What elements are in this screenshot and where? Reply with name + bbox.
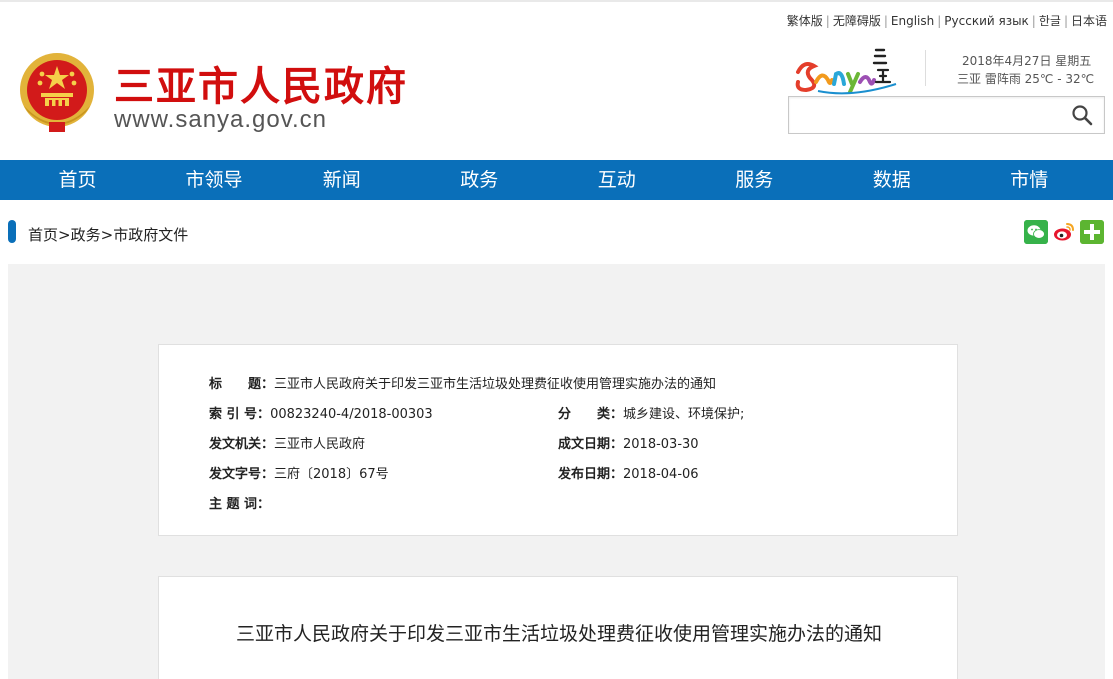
article-title: 三亚市人民政府关于印发三亚市生活垃圾处理费征收使用管理实施办法的通知 xyxy=(235,623,882,645)
plus-icon[interactable] xyxy=(1080,220,1104,244)
breadcrumb-separator: > xyxy=(58,226,71,244)
breadcrumb-government-affairs[interactable]: 政务 xyxy=(71,226,101,244)
meta-published-label: 发布日期： xyxy=(558,467,624,482)
meta-keywords-label: 主 题 词： xyxy=(209,497,271,512)
meta-published-value: 2018-04-06 xyxy=(623,467,699,482)
lang-english[interactable]: English xyxy=(891,14,934,28)
sanya-logo xyxy=(795,48,897,95)
search-input[interactable] xyxy=(795,103,1055,127)
meta-index-label: 索 引 号： xyxy=(209,407,271,422)
meta-category-value: 城乡建设、环境保护; xyxy=(623,407,745,422)
document-info-box: 标 题：三亚市人民政府关于印发三亚市生活垃圾处理费征收使用管理实施办法的通知 索… xyxy=(158,344,958,536)
main-nav: 首页 市领导 新闻 政务 互动 服务 数据 市情 xyxy=(0,160,1113,200)
search-box xyxy=(788,96,1105,134)
top-strip xyxy=(0,0,1113,2)
language-bar: 繁体版 | 无障碍版 | English | Русский язык | 한글 | 日本语 xyxy=(786,14,1107,28)
wechat-icon[interactable] xyxy=(1024,220,1048,244)
nav-services[interactable]: 服务 xyxy=(686,160,824,200)
lang-traditional[interactable]: 繁体版 xyxy=(787,14,823,28)
breadcrumb-marker xyxy=(8,220,16,243)
nav-data[interactable]: 数据 xyxy=(823,160,961,200)
weibo-icon[interactable] xyxy=(1052,220,1076,244)
site-title: 三亚市人民政府 xyxy=(114,64,408,110)
meta-index-row: 索 引 号：00823240-4/2018-00303 xyxy=(209,403,433,422)
nav-news[interactable]: 新闻 xyxy=(273,160,411,200)
nav-city-info[interactable]: 市情 xyxy=(961,160,1099,200)
lang-japanese[interactable]: 日本语 xyxy=(1071,14,1107,28)
nav-interaction[interactable]: 互动 xyxy=(548,160,686,200)
header-divider xyxy=(925,50,926,86)
meta-docno-label: 发文字号： xyxy=(209,467,275,482)
meta-category-label: 分 类： xyxy=(558,407,624,422)
nav-home[interactable]: 首页 xyxy=(0,160,155,200)
meta-docno-row: 发文字号：三府〔2018〕67号 xyxy=(209,463,389,482)
meta-issuer-label: 发文机关： xyxy=(209,437,275,452)
meta-issuer-value: 三亚市人民政府 xyxy=(274,437,366,452)
meta-index-value: 00823240-4/2018-00303 xyxy=(270,407,433,422)
meta-keywords-row: 主 题 词： xyxy=(209,493,270,512)
meta-category-row: 分 类：城乡建设、环境保护; xyxy=(558,403,744,422)
breadcrumb-city-docs[interactable]: 市政府文件 xyxy=(113,226,188,244)
meta-docno-value: 三府〔2018〕67号 xyxy=(274,467,389,482)
search-icon[interactable] xyxy=(1070,103,1094,127)
nav-government-affairs[interactable]: 政务 xyxy=(411,160,549,200)
lang-korean[interactable]: 한글 xyxy=(1039,14,1061,28)
meta-title-label: 标 题： xyxy=(209,377,275,392)
weather-text: 三亚 雷阵雨 25℃ - 32℃ xyxy=(957,72,1095,86)
article-box: 三亚市人民政府关于印发三亚市生活垃圾处理费征收使用管理实施办法的通知 xyxy=(158,576,958,679)
site-url: www.sanya.gov.cn xyxy=(114,106,327,133)
nav-leaders[interactable]: 市领导 xyxy=(155,160,273,200)
meta-title-row: 标 题：三亚市人民政府关于印发三亚市生活垃圾处理费征收使用管理实施办法的通知 xyxy=(209,373,716,392)
meta-created-label: 成文日期： xyxy=(558,437,624,452)
lang-russian[interactable]: Русский язык xyxy=(944,14,1029,28)
meta-created-row: 成文日期：2018-03-30 xyxy=(558,433,699,452)
national-emblem xyxy=(20,53,94,132)
meta-created-value: 2018-03-30 xyxy=(623,437,699,452)
breadcrumb-separator: > xyxy=(100,226,114,244)
meta-issuer-row: 发文机关：三亚市人民政府 xyxy=(209,433,365,452)
breadcrumb: 首页>政务>市政府文件 xyxy=(28,224,188,245)
breadcrumb-home[interactable]: 首页 xyxy=(28,226,58,244)
meta-title-value: 三亚市人民政府关于印发三亚市生活垃圾处理费征收使用管理实施办法的通知 xyxy=(274,377,717,392)
date-text: 2018年4月27日 星期五 xyxy=(962,54,1092,68)
lang-accessible[interactable]: 无障碍版 xyxy=(833,14,881,28)
meta-published-row: 发布日期：2018-04-06 xyxy=(558,463,699,482)
